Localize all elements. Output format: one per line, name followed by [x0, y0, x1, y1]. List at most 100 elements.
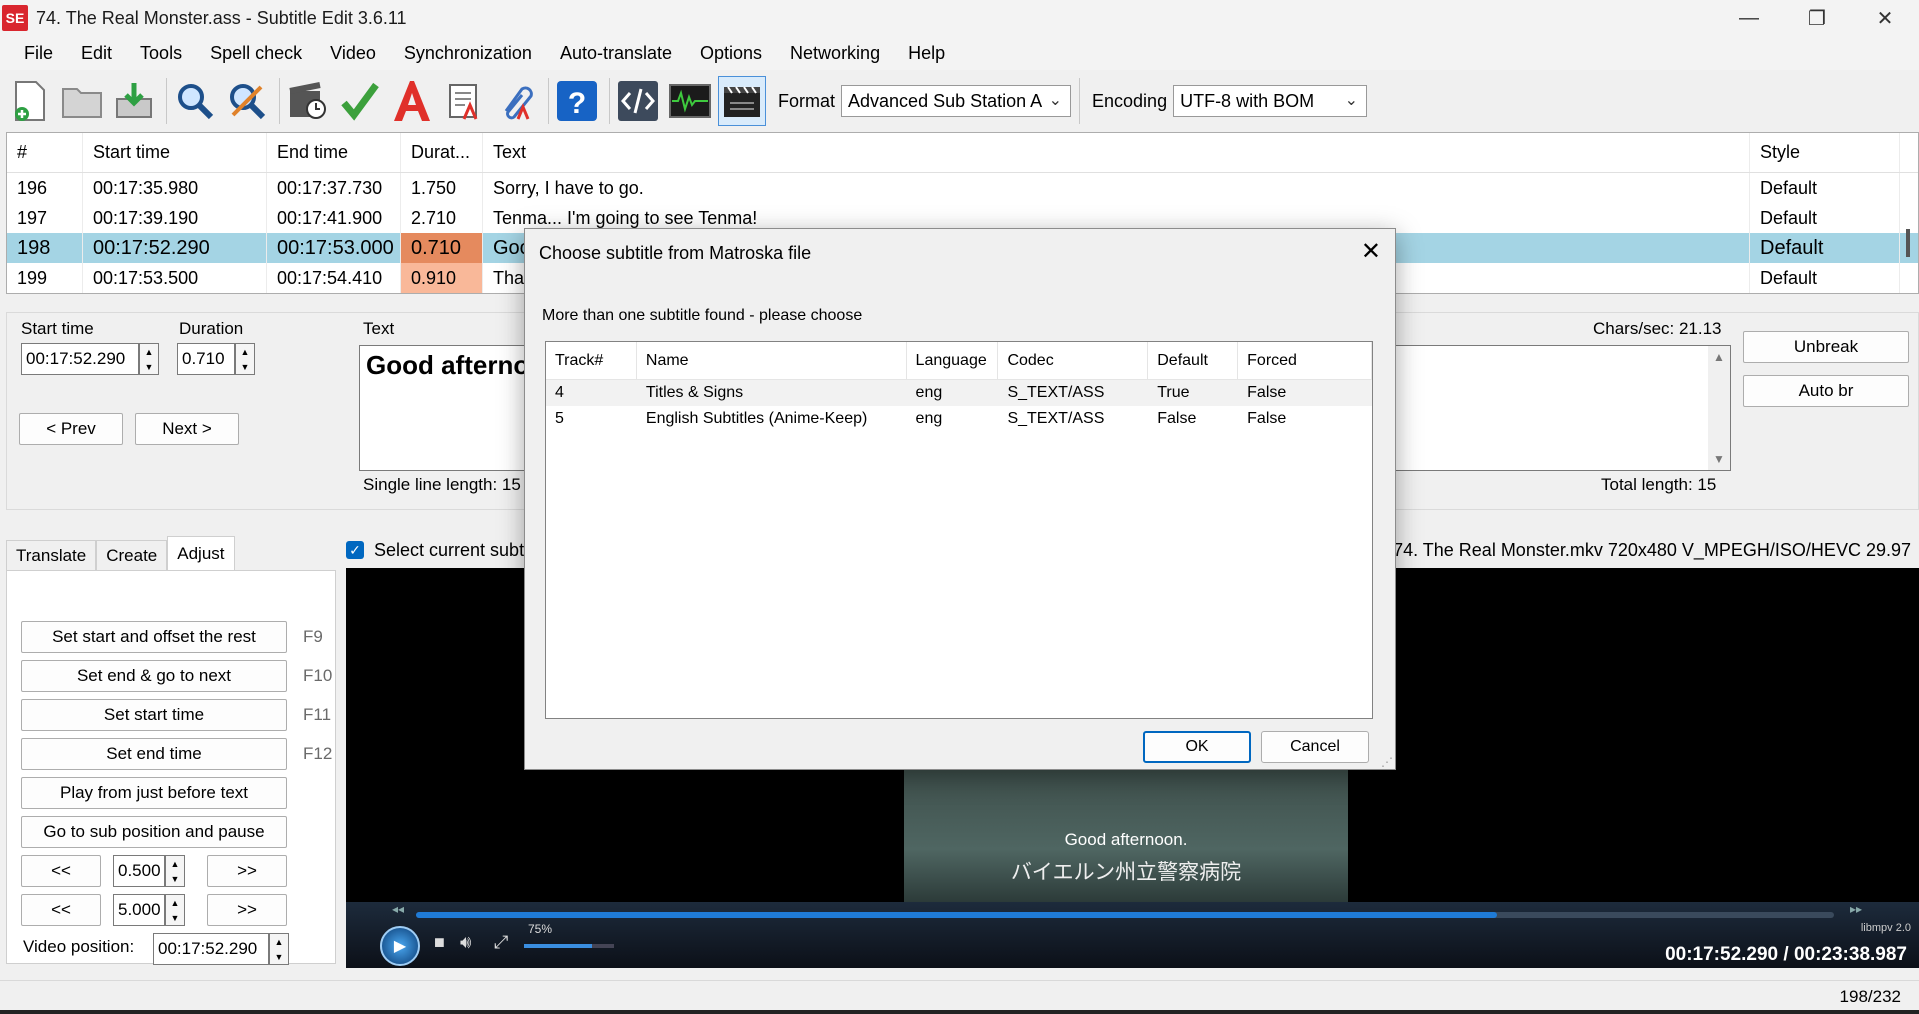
set-end-go-next-button[interactable]: Set end & go to next — [21, 660, 287, 692]
seek-bar[interactable] — [416, 912, 1834, 918]
font-a-icon[interactable] — [388, 76, 436, 126]
resize-grip-icon[interactable]: ⋰ — [1381, 755, 1393, 769]
large-step-forward-button[interactable]: >> — [207, 894, 287, 926]
video-position-input[interactable]: 00:17:52.290 — [153, 933, 269, 965]
fast-forward-icon[interactable]: ▸▸ — [1850, 902, 1862, 916]
set-end-time-button[interactable]: Set end time — [21, 738, 287, 770]
large-step-spinner[interactable]: ▲ ▼ — [165, 894, 185, 926]
play-icon[interactable]: ▶ — [380, 926, 420, 966]
spin-up-icon[interactable]: ▲ — [171, 898, 180, 908]
grid-scrollbar-thumb[interactable] — [1906, 229, 1910, 257]
set-start-offset-button[interactable]: Set start and offset the rest — [21, 621, 287, 653]
start-time-spinner[interactable]: ▲ ▼ — [139, 343, 159, 375]
select-current-checkbox[interactable]: ✓ — [346, 541, 364, 559]
play-before-text-button[interactable]: Play from just before text — [21, 777, 287, 809]
column-header-number[interactable]: # — [7, 133, 83, 172]
video-position-spinner[interactable]: ▲ ▼ — [269, 933, 289, 965]
duration-input[interactable]: 0.710 — [177, 343, 235, 375]
scroll-down-icon[interactable]: ▼ — [1713, 452, 1725, 466]
menu-networking[interactable]: Networking — [776, 43, 894, 64]
menu-options[interactable]: Options — [686, 43, 776, 64]
column-header-codec[interactable]: Codec — [998, 342, 1149, 379]
column-header-default[interactable]: Default — [1148, 342, 1239, 379]
rewind-icon[interactable]: ◂◂ — [392, 902, 404, 916]
column-header-text[interactable]: Text — [483, 133, 1750, 172]
small-step-input[interactable]: 0.500 — [113, 855, 165, 887]
duration-spinner[interactable]: ▲ ▼ — [235, 343, 255, 375]
column-header-forced[interactable]: Forced — [1238, 342, 1372, 379]
video-clapper-icon[interactable] — [718, 76, 766, 126]
new-file-icon[interactable] — [6, 76, 54, 126]
track-row[interactable]: 5 English Subtitles (Anime-Keep) eng S_T… — [546, 406, 1372, 432]
menu-synchronization[interactable]: Synchronization — [390, 43, 546, 64]
open-folder-icon[interactable] — [58, 76, 106, 126]
text-scrollbar[interactable]: ▲ ▼ — [1708, 346, 1730, 470]
volume-slider[interactable] — [524, 944, 614, 948]
prev-button[interactable]: < Prev — [19, 413, 123, 445]
column-header-duration[interactable]: Durat... — [401, 133, 483, 172]
restore-icon[interactable]: ❐ — [1783, 0, 1851, 36]
source-view-icon[interactable] — [614, 76, 662, 126]
column-header-name[interactable]: Name — [637, 342, 907, 379]
column-header-end[interactable]: End time — [267, 133, 401, 172]
menu-video[interactable]: Video — [316, 43, 390, 64]
replace-icon[interactable] — [223, 76, 271, 126]
menu-file[interactable]: File — [10, 43, 67, 64]
small-step-back-button[interactable]: << — [21, 855, 101, 887]
start-time-input[interactable]: 00:17:52.290 — [21, 343, 139, 375]
encoding-dropdown[interactable]: UTF-8 with BOM ⌄ — [1173, 85, 1368, 117]
column-header-language[interactable]: Language — [907, 342, 999, 379]
dialog-close-icon[interactable]: ✕ — [1361, 237, 1381, 266]
track-row[interactable]: 4 Titles & Signs eng S_TEXT/ASS True Fal… — [546, 380, 1372, 406]
spin-down-icon[interactable]: ▼ — [171, 874, 180, 884]
spin-up-icon[interactable]: ▲ — [241, 347, 250, 357]
waveform-icon[interactable] — [666, 76, 714, 126]
ok-button[interactable]: OK — [1143, 731, 1251, 763]
spin-down-icon[interactable]: ▼ — [241, 362, 250, 372]
next-button[interactable]: Next > — [135, 413, 239, 445]
spin-up-icon[interactable]: ▲ — [171, 859, 180, 869]
fullscreen-icon[interactable]: ⤢ — [494, 932, 508, 953]
close-window-icon[interactable]: ✕ — [1851, 0, 1919, 36]
set-start-time-button[interactable]: Set start time — [21, 699, 287, 731]
menu-tools[interactable]: Tools — [126, 43, 196, 64]
menu-help[interactable]: Help — [894, 43, 959, 64]
unbreak-button[interactable]: Unbreak — [1743, 331, 1909, 363]
find-icon[interactable] — [171, 76, 219, 126]
tab-translate[interactable]: Translate — [6, 540, 97, 570]
spin-up-icon[interactable]: ▲ — [145, 347, 154, 357]
column-header-start[interactable]: Start time — [83, 133, 267, 172]
format-dropdown[interactable]: Advanced Sub Station A ⌄ — [841, 85, 1072, 117]
minimize-icon[interactable]: — — [1715, 0, 1783, 36]
menu-spell-check[interactable]: Spell check — [196, 43, 316, 64]
volume-icon[interactable]: 🔊︎ — [460, 932, 471, 953]
tools-tab-panel: Translate Create Adjust Set start and of… — [6, 536, 336, 965]
go-to-sub-pause-button[interactable]: Go to sub position and pause — [21, 816, 287, 848]
help-icon[interactable]: ? — [553, 76, 601, 126]
spin-down-icon[interactable]: ▼ — [171, 913, 180, 923]
stop-icon[interactable]: ■ — [434, 932, 445, 953]
small-step-spinner[interactable]: ▲ ▼ — [165, 855, 185, 887]
subtitle-track-list[interactable]: Track# Name Language Codec Default Force… — [545, 341, 1373, 719]
small-step-forward-button[interactable]: >> — [207, 855, 287, 887]
menu-edit[interactable]: Edit — [67, 43, 126, 64]
spin-down-icon[interactable]: ▼ — [275, 952, 284, 962]
table-row[interactable]: 196 00:17:35.980 00:17:37.730 1.750 Sorr… — [7, 173, 1918, 203]
spell-check-icon[interactable] — [336, 76, 384, 126]
large-step-input[interactable]: 5.000 — [113, 894, 165, 926]
attachments-icon[interactable] — [492, 76, 540, 126]
column-header-style[interactable]: Style — [1750, 133, 1900, 172]
save-download-icon[interactable] — [110, 76, 158, 126]
visual-sync-icon[interactable] — [284, 76, 332, 126]
menu-auto-translate[interactable]: Auto-translate — [546, 43, 686, 64]
cancel-button[interactable]: Cancel — [1261, 731, 1369, 763]
properties-icon[interactable] — [440, 76, 488, 126]
tab-create[interactable]: Create — [96, 540, 168, 570]
spin-up-icon[interactable]: ▲ — [275, 937, 284, 947]
tab-adjust[interactable]: Adjust — [167, 536, 235, 570]
scroll-up-icon[interactable]: ▲ — [1713, 350, 1725, 364]
large-step-back-button[interactable]: << — [21, 894, 101, 926]
column-header-track[interactable]: Track# — [546, 342, 637, 379]
spin-down-icon[interactable]: ▼ — [145, 362, 154, 372]
auto-break-button[interactable]: Auto br — [1743, 375, 1909, 407]
